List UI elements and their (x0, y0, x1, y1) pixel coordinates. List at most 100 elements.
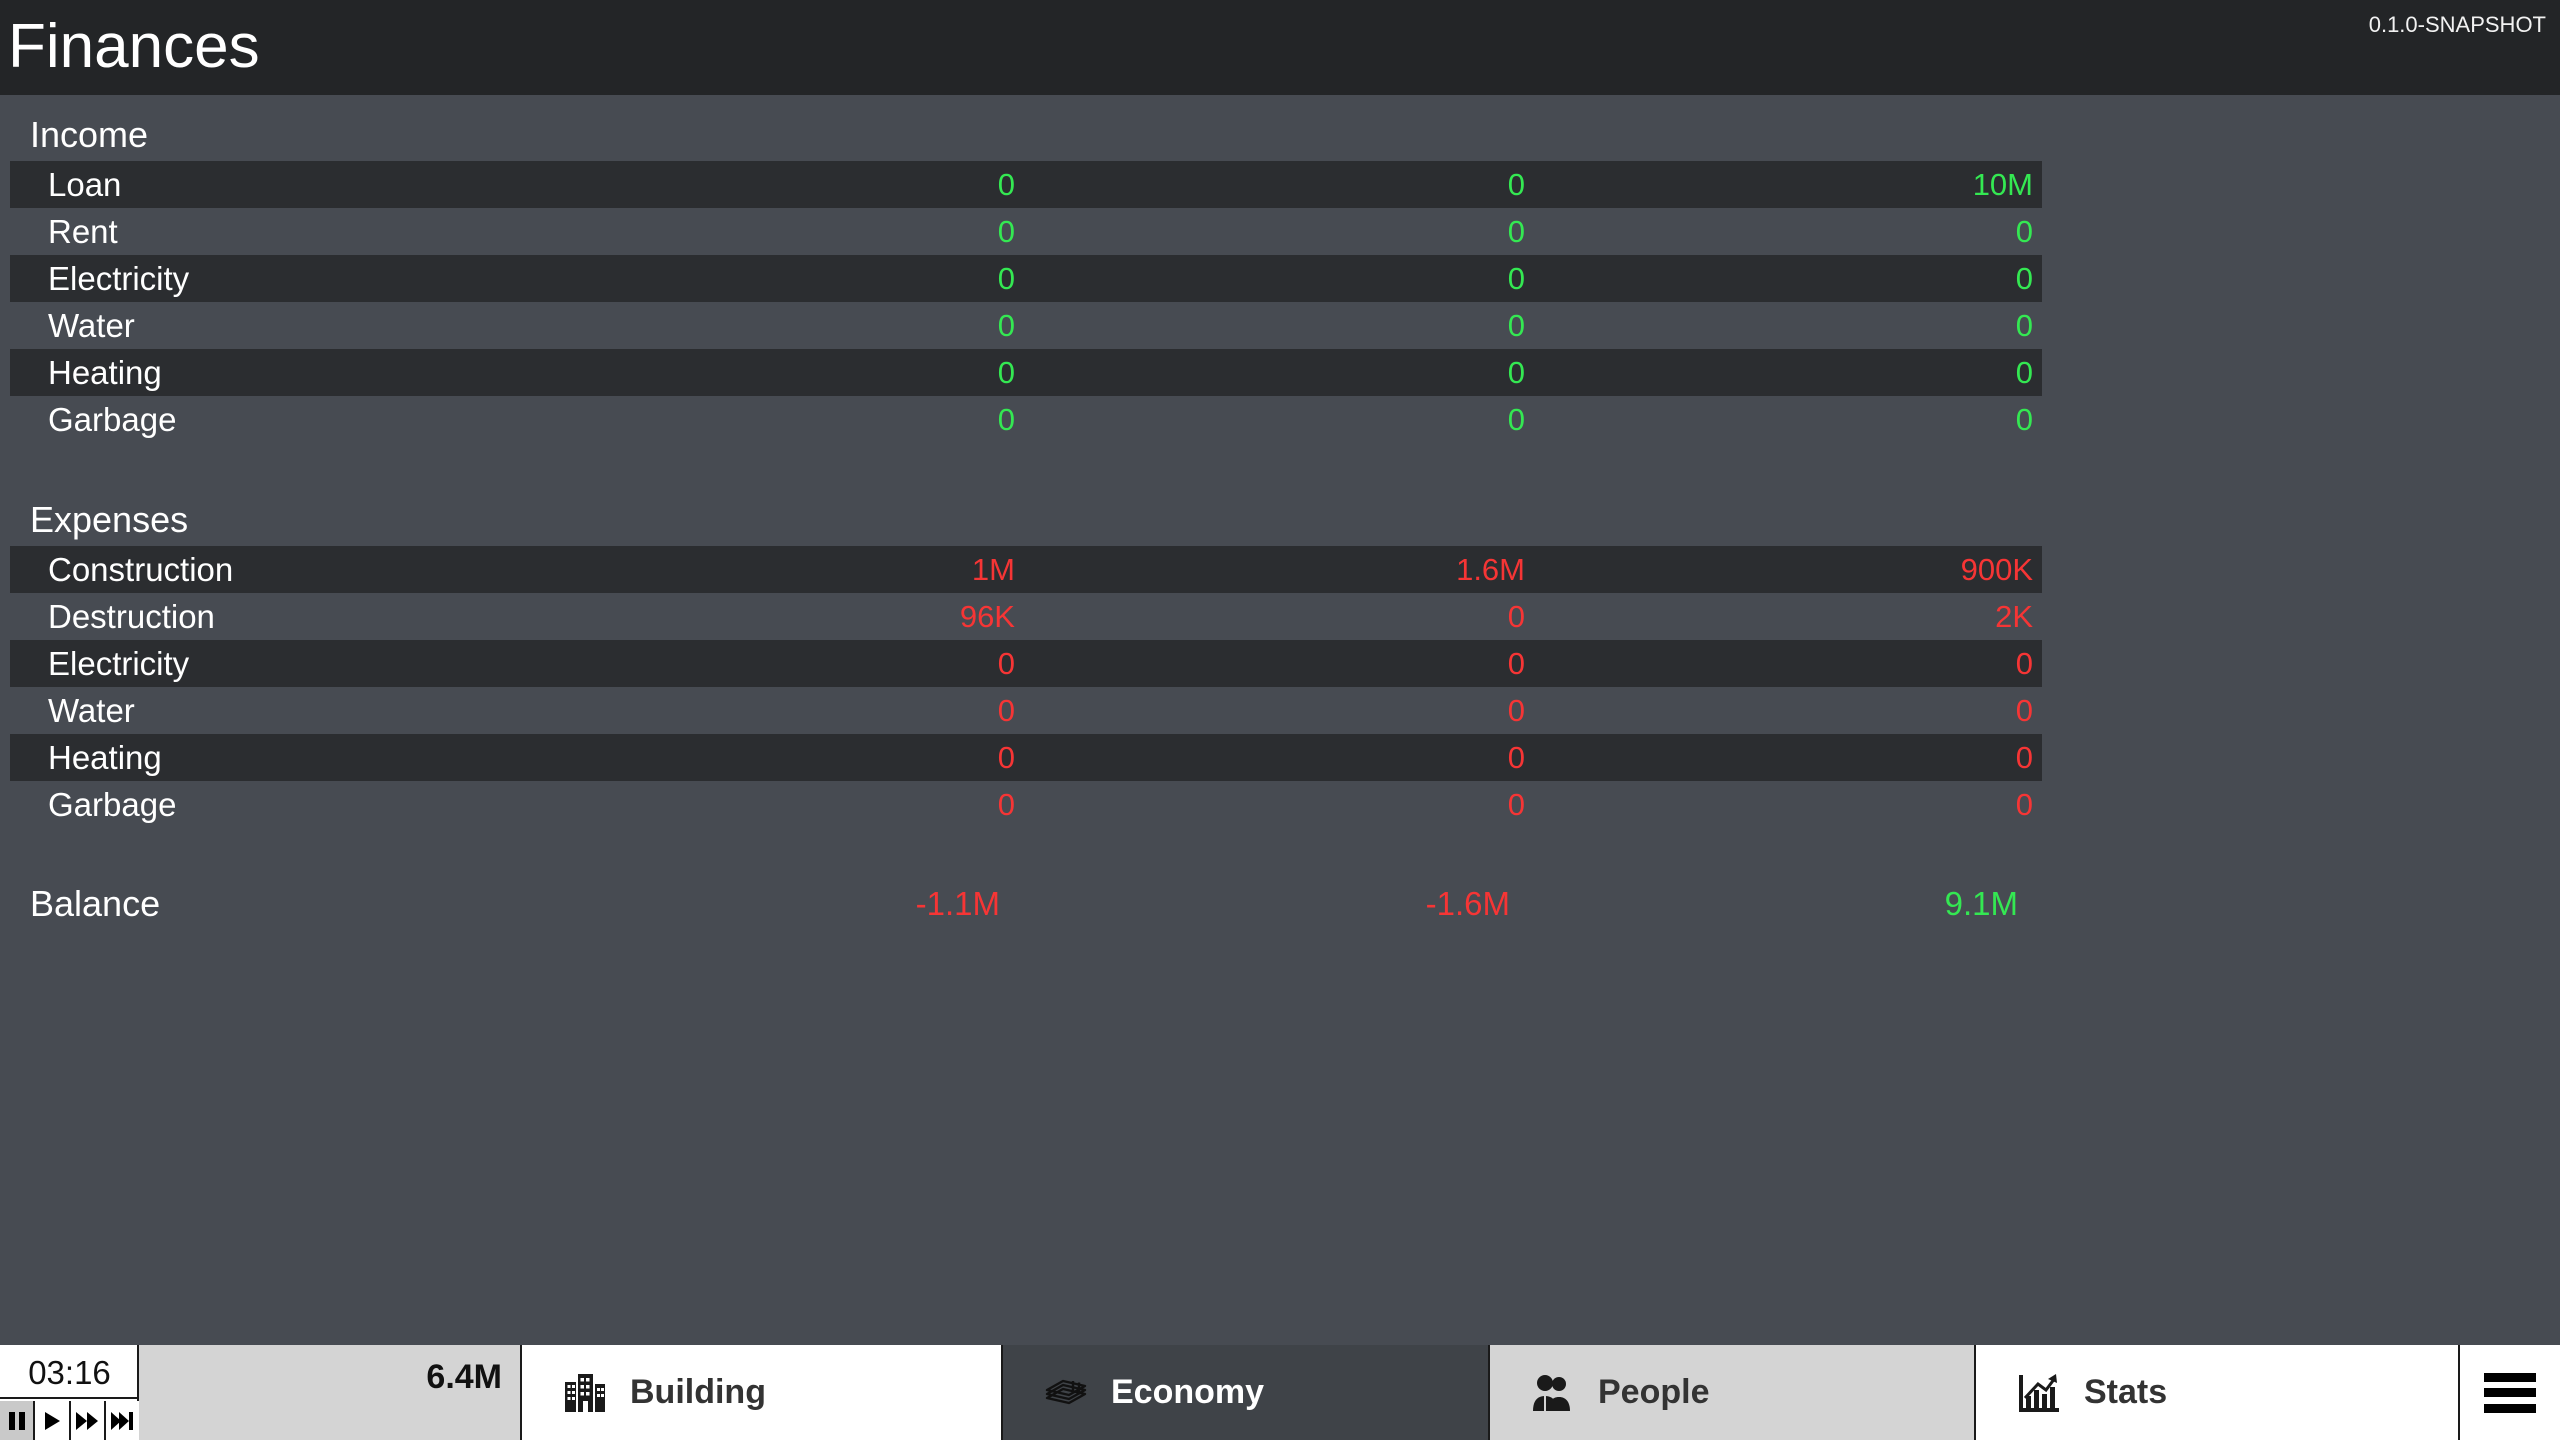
finances-panel: Income Loan 0 0 10M Rent 0 0 0 Electrici… (0, 95, 2560, 1345)
row-value-col1: 0 (997, 693, 1015, 728)
row-label: Electricity (48, 260, 190, 297)
money-value: 6.4M (426, 1358, 502, 1396)
income-rows: Loan 0 0 10M Rent 0 0 0 Electricity 0 0 … (0, 161, 2560, 443)
balance-value-col3: 9.1M (1944, 885, 2018, 922)
row-value-col2: 0 (1507, 355, 1525, 390)
row-value-col2: 0 (1507, 599, 1525, 634)
table-row[interactable]: Water 0 0 0 (10, 302, 2042, 349)
row-value-col2: 0 (1507, 308, 1525, 343)
clock-block: 03:16 (0, 1345, 139, 1440)
table-row[interactable]: Electricity 0 0 0 (10, 255, 2042, 302)
expenses-section-title: Expenses (30, 499, 189, 540)
balance-label: Balance (30, 883, 161, 924)
row-value-col3: 0 (2015, 261, 2033, 296)
row-label: Electricity (48, 645, 190, 682)
row-value-col3: 0 (2015, 355, 2033, 390)
title-bar: Finances 0.1.0-SNAPSHOT (0, 0, 2560, 95)
row-value-col2: 0 (1507, 402, 1525, 437)
hamburger-menu-icon (2484, 1372, 2536, 1413)
tab-building[interactable]: Building (522, 1345, 1003, 1440)
row-value-col1: 0 (997, 787, 1015, 822)
row-label: Destruction (48, 598, 215, 635)
hamburger-bar (2484, 1388, 2536, 1397)
row-value-col3: 0 (2015, 214, 2033, 249)
row-value-col3: 0 (2015, 646, 2033, 681)
row-value-col1: 0 (997, 740, 1015, 775)
row-value-col1: 0 (997, 402, 1015, 437)
row-value-col3: 0 (2015, 693, 2033, 728)
hamburger-bar (2484, 1403, 2536, 1413)
table-row[interactable]: Destruction 96K 0 2K (10, 593, 2042, 640)
table-row[interactable]: Electricity 0 0 0 (10, 640, 2042, 687)
bottom-bar: 03:16 6.4M Building Economy People Stats (0, 1345, 2560, 1440)
table-row[interactable]: Heating 0 0 0 (10, 349, 2042, 396)
table-row[interactable]: Loan 0 0 10M (10, 161, 2042, 208)
row-value-col2: 0 (1507, 693, 1525, 728)
income-section-title: Income (30, 114, 149, 155)
row-value-col2: 0 (1507, 787, 1525, 822)
row-value-col1: 1M (971, 552, 1015, 587)
row-value-col1: 96K (959, 599, 1015, 634)
row-label: Garbage (48, 401, 177, 438)
tab-people[interactable]: People (1490, 1345, 1976, 1440)
row-label: Water (48, 692, 135, 729)
table-row[interactable]: Rent 0 0 0 (10, 208, 2042, 255)
row-value-col1: 0 (997, 308, 1015, 343)
tab-stats[interactable]: Stats (1976, 1345, 2460, 1440)
row-label: Heating (48, 739, 162, 776)
tab-economy-label: Economy (1111, 1373, 1265, 1411)
row-value-col3: 900K (1960, 552, 2033, 587)
row-value-col3: 2K (1995, 599, 2033, 634)
row-value-col1: 0 (997, 261, 1015, 296)
table-row[interactable]: Garbage 0 0 0 (10, 781, 2042, 828)
row-label: Garbage (48, 786, 177, 823)
tab-people-label: People (1598, 1373, 1710, 1411)
row-value-col2: 0 (1507, 214, 1525, 249)
tab-stats-label: Stats (2084, 1373, 2168, 1411)
version-label: 0.1.0-SNAPSHOT (2368, 12, 2546, 37)
row-value-col1: 0 (997, 646, 1015, 681)
row-value-col2: 0 (1507, 261, 1525, 296)
people-icon (1530, 1370, 1576, 1416)
table-row[interactable]: Water 0 0 0 (10, 687, 2042, 734)
section-separator (0, 443, 2560, 494)
money-stack-icon (1043, 1370, 1089, 1416)
row-value-col3: 0 (2015, 308, 2033, 343)
table-row[interactable]: Heating 0 0 0 (10, 734, 2042, 781)
play-icon (41, 1410, 63, 1432)
balance-row: Balance -1.1M -1.6M 9.1M (10, 878, 2042, 930)
row-value-col2: 0 (1507, 740, 1525, 775)
row-label: Heating (48, 354, 162, 391)
skip-icon (110, 1410, 134, 1432)
row-label: Construction (48, 551, 234, 588)
fast-forward-button[interactable] (70, 1401, 106, 1440)
play-button[interactable] (35, 1401, 71, 1440)
row-label: Rent (48, 213, 118, 250)
row-label: Water (48, 307, 135, 344)
row-label: Loan (48, 166, 122, 203)
fast-forward-icon (75, 1410, 99, 1432)
game-window: Finances 0.1.0-SNAPSHOT Income Loan 0 0 … (0, 0, 2560, 1440)
row-value-col2: 1.6M (1456, 552, 1525, 587)
skip-button[interactable] (105, 1401, 139, 1440)
pause-button[interactable] (0, 1401, 36, 1440)
buildings-icon (562, 1370, 608, 1416)
clock-time: 03:16 (0, 1347, 139, 1399)
row-value-col2: 0 (1507, 167, 1525, 202)
menu-button[interactable] (2460, 1345, 2560, 1440)
row-value-col1: 0 (997, 167, 1015, 202)
tab-economy[interactable]: Economy (1003, 1345, 1490, 1440)
table-row[interactable]: Construction 1M 1.6M 900K (10, 546, 2042, 593)
row-value-col1: 0 (997, 355, 1015, 390)
row-value-col3: 0 (2015, 402, 2033, 437)
row-value-col1: 0 (997, 214, 1015, 249)
tab-building-label: Building (630, 1373, 766, 1411)
row-value-col3: 10M (1972, 167, 2033, 202)
row-value-col3: 0 (2015, 787, 2033, 822)
pause-icon (6, 1410, 28, 1432)
table-row[interactable]: Garbage 0 0 0 (10, 396, 2042, 443)
balance-value-col2: -1.6M (1425, 885, 1510, 922)
expenses-rows: Construction 1M 1.6M 900K Destruction 96… (0, 546, 2560, 828)
chart-icon (2016, 1370, 2062, 1416)
balance-value-col1: -1.1M (915, 885, 1000, 922)
